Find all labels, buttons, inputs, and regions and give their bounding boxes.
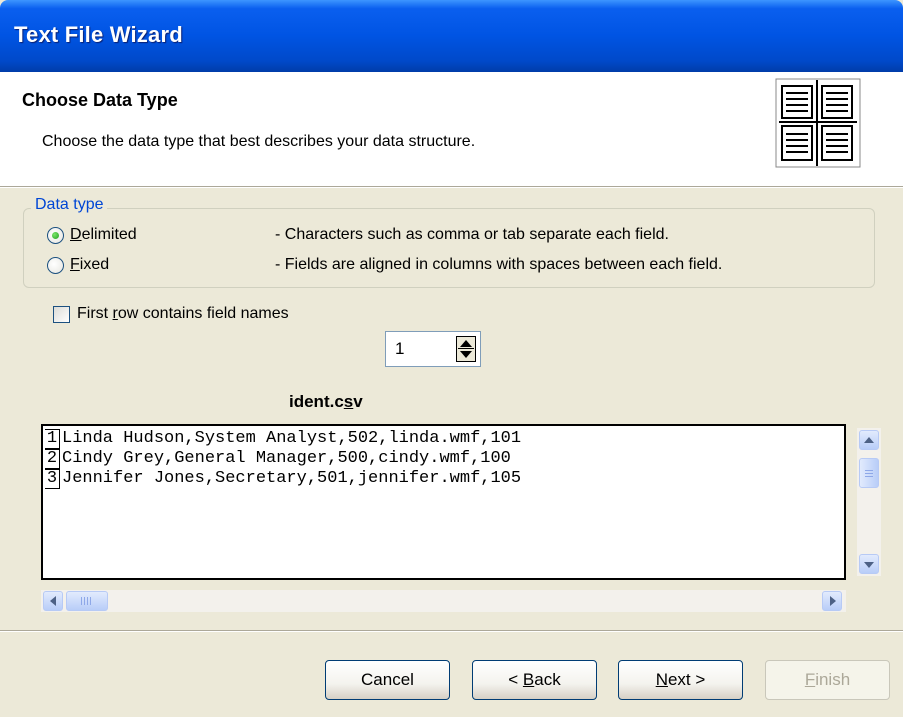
data-type-legend: Data type	[31, 196, 108, 214]
back-button[interactable]: < Back	[472, 660, 597, 700]
horizontal-scrollbar[interactable]	[41, 590, 846, 612]
row-text: Jennifer Jones,Secretary,501,jennifer.wm…	[62, 469, 522, 488]
file-preview[interactable]: 1 Linda Hudson,System Analyst,502,linda.…	[41, 424, 846, 580]
vertical-scroll-thumb[interactable]	[859, 458, 879, 488]
radio-delimited-label[interactable]: Delimited	[70, 226, 137, 244]
first-row-field-names-checkbox[interactable]: First row contains field names	[53, 305, 289, 323]
radio-delimited[interactable]: Delimited	[47, 226, 137, 244]
next-button[interactable]: Next >	[618, 660, 743, 700]
arrow-right-icon[interactable]	[822, 591, 842, 611]
row-text: Linda Hudson,System Analyst,502,linda.wm…	[62, 429, 522, 448]
radio-fixed[interactable]: Fixed	[47, 256, 109, 274]
window-title: Text File Wizard	[14, 22, 183, 47]
spin-updown-icon[interactable]	[456, 336, 476, 362]
header-divider	[0, 186, 903, 187]
page-title: Choose Data Type	[22, 90, 178, 110]
cancel-button[interactable]: Cancel	[325, 660, 450, 700]
horizontal-scroll-thumb[interactable]	[66, 591, 108, 611]
row-number: 1	[45, 429, 60, 449]
finish-button[interactable]: Finish	[765, 660, 890, 700]
arrow-up-icon[interactable]	[859, 430, 879, 450]
vertical-scrollbar[interactable]	[857, 428, 881, 576]
row-number: 2	[45, 449, 60, 469]
radio-fixed-button[interactable]	[47, 256, 64, 274]
arrow-left-icon[interactable]	[43, 591, 63, 611]
page-subtitle: Choose the data type that best describes…	[42, 133, 476, 150]
spin-up-arrow-icon[interactable]	[460, 340, 472, 347]
checkbox-label[interactable]: First row contains field names	[77, 305, 289, 323]
radio-delimited-button[interactable]	[47, 226, 64, 244]
preview-row: 1 Linda Hudson,System Analyst,502,linda.…	[45, 429, 521, 449]
preview-row: 2 Cindy Grey,General Manager,500,cindy.w…	[45, 449, 511, 469]
preview-row: 3 Jennifer Jones,Secretary,501,jennifer.…	[45, 469, 521, 489]
start-row-spinner[interactable]: 1	[385, 331, 481, 367]
fixed-description: - Fields are aligned in columns with spa…	[275, 256, 723, 273]
start-row-value[interactable]: 1	[395, 339, 404, 359]
spin-down-arrow-icon[interactable]	[460, 351, 472, 358]
row-text: Cindy Grey,General Manager,500,cindy.wmf…	[62, 449, 511, 468]
data-type-group	[23, 208, 875, 288]
arrow-down-icon[interactable]	[859, 554, 879, 574]
file-name: ident.csv	[289, 392, 363, 411]
table-columns-icon	[775, 78, 861, 168]
row-number: 3	[45, 469, 60, 489]
radio-fixed-label[interactable]: Fixed	[70, 256, 109, 274]
checkbox-box[interactable]	[53, 305, 70, 323]
delimited-description: - Characters such as comma or tab separa…	[275, 226, 669, 243]
title-bar[interactable]: Text File Wizard	[0, 0, 903, 72]
